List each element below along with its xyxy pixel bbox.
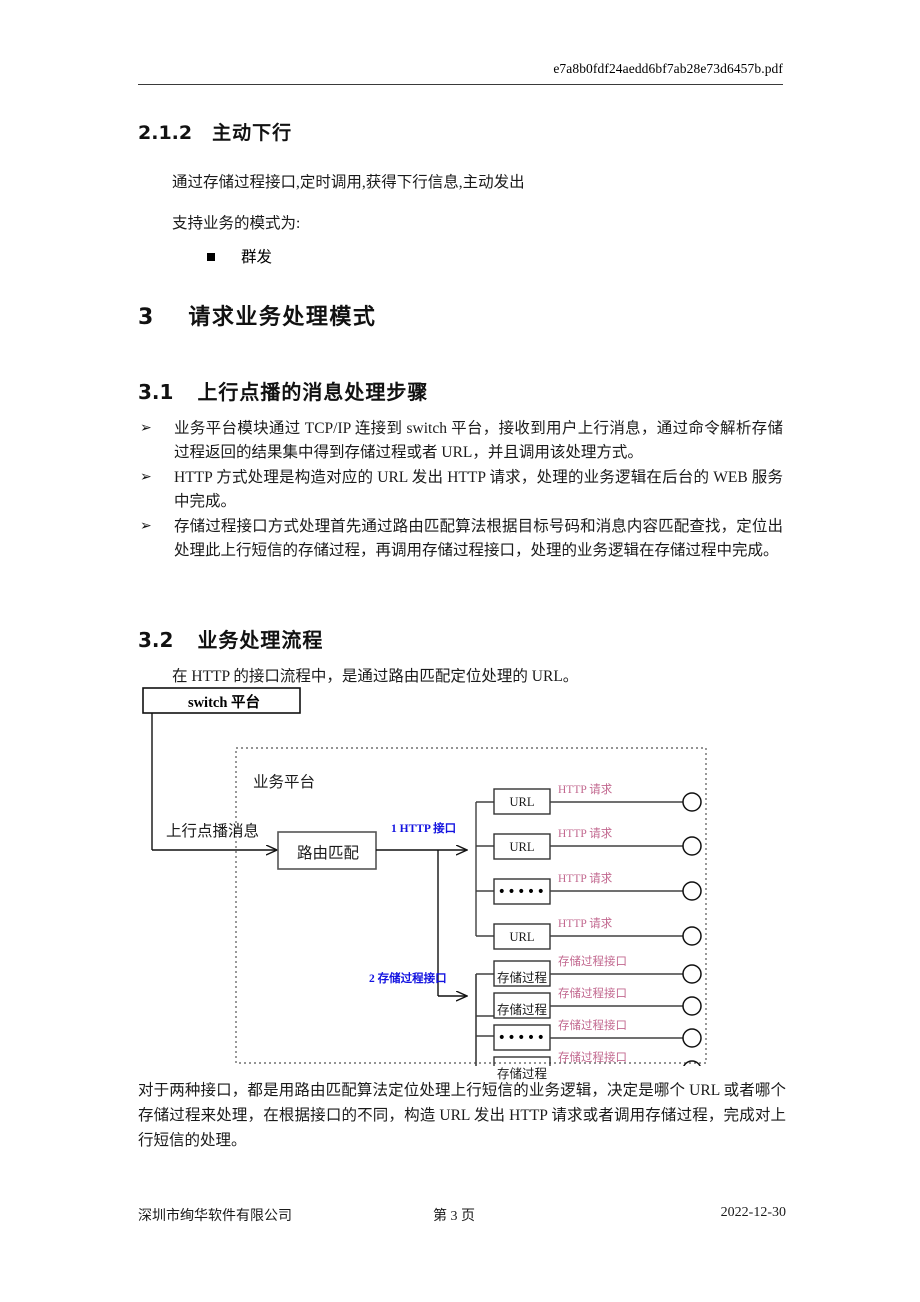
- endpoint-circle: [682, 964, 702, 984]
- endpoint-circle: [682, 996, 702, 1016]
- footer-date: 2022-12-30: [720, 1205, 786, 1220]
- arrow-bullet-icon: ➢: [140, 420, 152, 436]
- diagram-canvas: [142, 687, 707, 1066]
- heading-3-title: 请求业务处理模式: [188, 305, 377, 330]
- heading-3-2: 3.2 业务处理流程: [138, 624, 323, 653]
- page-content: e7a8b0fdf24aedd6bf7ab28e73d6457b.pdf 2.1…: [0, 0, 920, 1302]
- business-platform-boundary: [235, 747, 707, 1064]
- heading-3-1-number: 3.1: [138, 380, 174, 404]
- url-box-label: URL: [509, 795, 535, 809]
- heading-3-1: 3.1 上行点播的消息处理步骤: [138, 376, 428, 405]
- heading-2-1-2: 2.1.2 主动下行: [138, 118, 292, 145]
- inbound-message-label: 上行点播消息: [166, 823, 260, 840]
- square-bullet-icon: [207, 253, 215, 262]
- list-item: ➢ 业务平台模块通过 TCP/IP 连接到 switch 平台，接收到用户上行消…: [138, 417, 783, 466]
- list-item: ➢ 存储过程接口方式处理首先通过路由匹配算法根据目标号码和消息内容匹配查找，定位…: [138, 515, 783, 564]
- list-item-text: 存储过程接口方式处理首先通过路由匹配算法根据目标号码和消息内容匹配查找，定位出处…: [174, 517, 783, 560]
- list-item-qunfa-label: 群发: [241, 249, 273, 266]
- endpoint-circle: [682, 792, 702, 812]
- proc-box-label: 存储过程: [496, 1003, 547, 1017]
- proc-interface-label: 存储过程接口: [558, 988, 627, 1000]
- heading-3-2-number: 3.2: [138, 628, 174, 652]
- heading-3-2-title: 业务处理流程: [197, 628, 324, 652]
- http-request-label: HTTP 请求: [558, 873, 613, 885]
- switch-platform-label: switch 平台: [187, 695, 261, 711]
- business-flow-diagram: switch 平台 业务平台 上行点播消息 路由匹配 1 HTTP 接口 2 存…: [138, 686, 738, 1081]
- url-box-ellipsis: •••••: [497, 884, 547, 900]
- header-filename: e7a8b0fdf24aedd6bf7ab28e73d6457b.pdf: [553, 61, 783, 76]
- business-platform-label: 业务平台: [253, 774, 316, 791]
- proc-box-label: 存储过程: [496, 971, 547, 985]
- footer-company: 深圳市绚华软件有限公司: [138, 1209, 292, 1224]
- endpoint-circle: [682, 926, 702, 946]
- http-request-label: HTTP 请求: [558, 784, 613, 796]
- list-item-text: 业务平台模块通过 TCP/IP 连接到 switch 平台，接收到用户上行消息，…: [174, 420, 783, 462]
- endpoint-circle: [683, 1060, 701, 1066]
- heading-2-1-2-number: 2.1.2: [138, 122, 193, 144]
- proc-interface-label: 存储过程接口: [558, 1052, 627, 1064]
- paragraph-downlink-desc: 通过存储过程接口,定时调用,获得下行信息,主动发出: [172, 174, 525, 191]
- header-divider: [138, 84, 783, 85]
- proc-box-ellipsis: •••••: [497, 1030, 547, 1046]
- proc-interface-label: 存储过程接口: [558, 956, 627, 968]
- list-item: ➢ HTTP 方式处理是构造对应的 URL 发出 HTTP 请求，处理的业务逻辑…: [138, 466, 783, 515]
- route-match-label: 路由匹配: [296, 845, 359, 862]
- paragraph-supported-modes: 支持业务的模式为:: [172, 215, 301, 232]
- heading-3-number: 3: [138, 305, 154, 330]
- paragraph-closing: 对于两种接口，都是用路由匹配算法定位处理上行短信的业务逻辑，决定是哪个 URL …: [138, 1082, 786, 1149]
- http-request-label: HTTP 请求: [558, 918, 613, 930]
- endpoint-circle: [682, 836, 702, 856]
- endpoint-circle: [682, 881, 702, 901]
- heading-2-1-2-title: 主动下行: [212, 122, 293, 144]
- heading-3: 3 请求业务处理模式: [138, 299, 376, 331]
- http-request-label: HTTP 请求: [558, 828, 613, 840]
- document-page: e7a8b0fdf24aedd6bf7ab28e73d6457b.pdf 2.1…: [0, 0, 920, 1302]
- list-item-text: HTTP 方式处理是构造对应的 URL 发出 HTTP 请求，处理的业务逻辑在后…: [174, 468, 783, 511]
- url-box-label: URL: [509, 930, 535, 944]
- footer-page-number: 第 3 页: [433, 1209, 475, 1224]
- arrow-bullet-icon: ➢: [140, 517, 152, 534]
- steps-list: ➢ 业务平台模块通过 TCP/IP 连接到 switch 平台，接收到用户上行消…: [138, 417, 783, 563]
- heading-3-1-title: 上行点播的消息处理步骤: [197, 380, 429, 404]
- page-header: e7a8b0fdf24aedd6bf7ab28e73d6457b.pdf: [138, 60, 783, 79]
- paragraph-flow-intro: 在 HTTP 的接口流程中，是通过路由匹配定位处理的 URL。: [172, 668, 579, 685]
- list-item-qunfa: 群发: [207, 245, 272, 270]
- proc-interface-label: 存储过程接口: [558, 1020, 627, 1032]
- interface-1-label: 1 HTTP 接口: [391, 823, 457, 835]
- arrow-bullet-icon: ➢: [140, 468, 152, 485]
- url-box-label: URL: [509, 840, 535, 854]
- interface-2-label: 2 存储过程接口: [369, 973, 447, 985]
- endpoint-circle: [682, 1028, 702, 1048]
